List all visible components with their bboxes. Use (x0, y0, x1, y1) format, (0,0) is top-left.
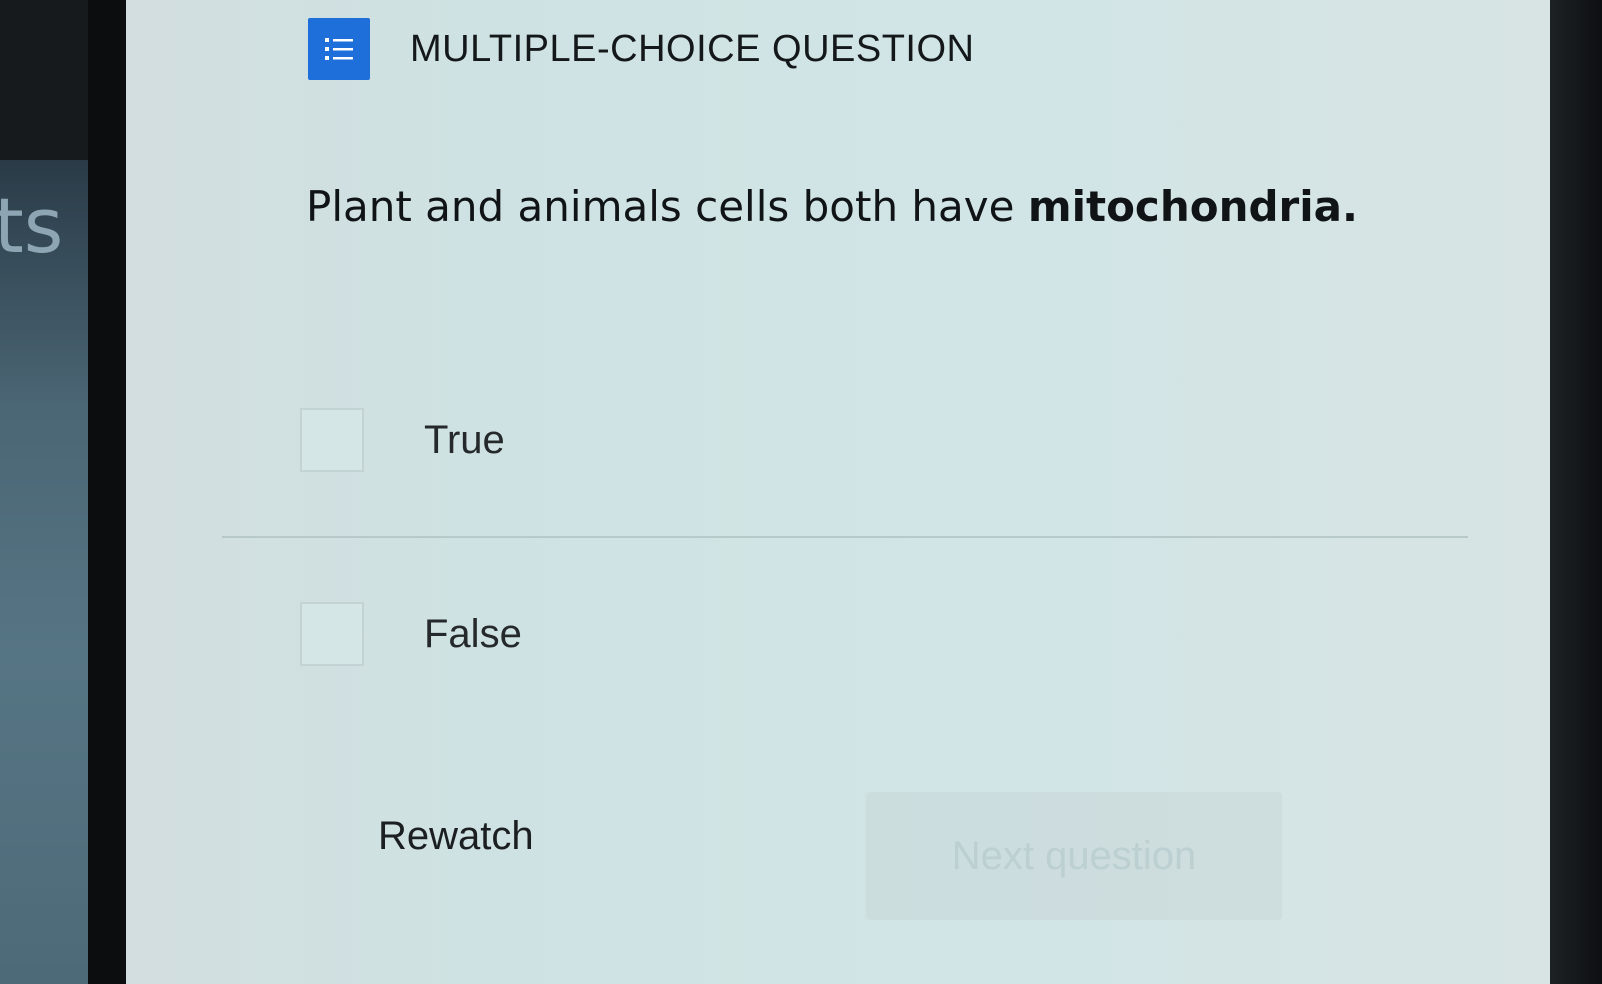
screen-bezel (88, 0, 126, 984)
option-divider (222, 536, 1468, 538)
screen-edge (1550, 0, 1602, 984)
screen: ts MULTIPLE-CHOICE QUESTION Plant and an… (0, 0, 1602, 984)
question-emphasis: mitochondria. (1027, 182, 1358, 231)
background-page: ts (0, 0, 126, 984)
option-true[interactable]: True (300, 408, 505, 472)
question-text: Plant and animals cells both have mitoch… (306, 182, 1358, 231)
rewatch-button[interactable]: Rewatch (378, 814, 534, 859)
next-question-button[interactable]: Next question (866, 792, 1282, 920)
question-header: MULTIPLE-CHOICE QUESTION (308, 18, 974, 80)
background-partial-text: ts (0, 181, 64, 270)
question-prefix: Plant and animals cells both have (306, 182, 1028, 231)
question-card: MULTIPLE-CHOICE QUESTION Plant and anima… (126, 0, 1550, 984)
question-type-label: MULTIPLE-CHOICE QUESTION (410, 27, 975, 70)
option-true-label: True (424, 417, 505, 462)
background-panel (0, 160, 90, 984)
option-false[interactable]: False (300, 602, 522, 666)
option-true-checkbox[interactable] (300, 408, 364, 472)
option-false-label: False (424, 611, 522, 656)
list-icon (308, 18, 370, 80)
option-false-checkbox[interactable] (300, 602, 364, 666)
